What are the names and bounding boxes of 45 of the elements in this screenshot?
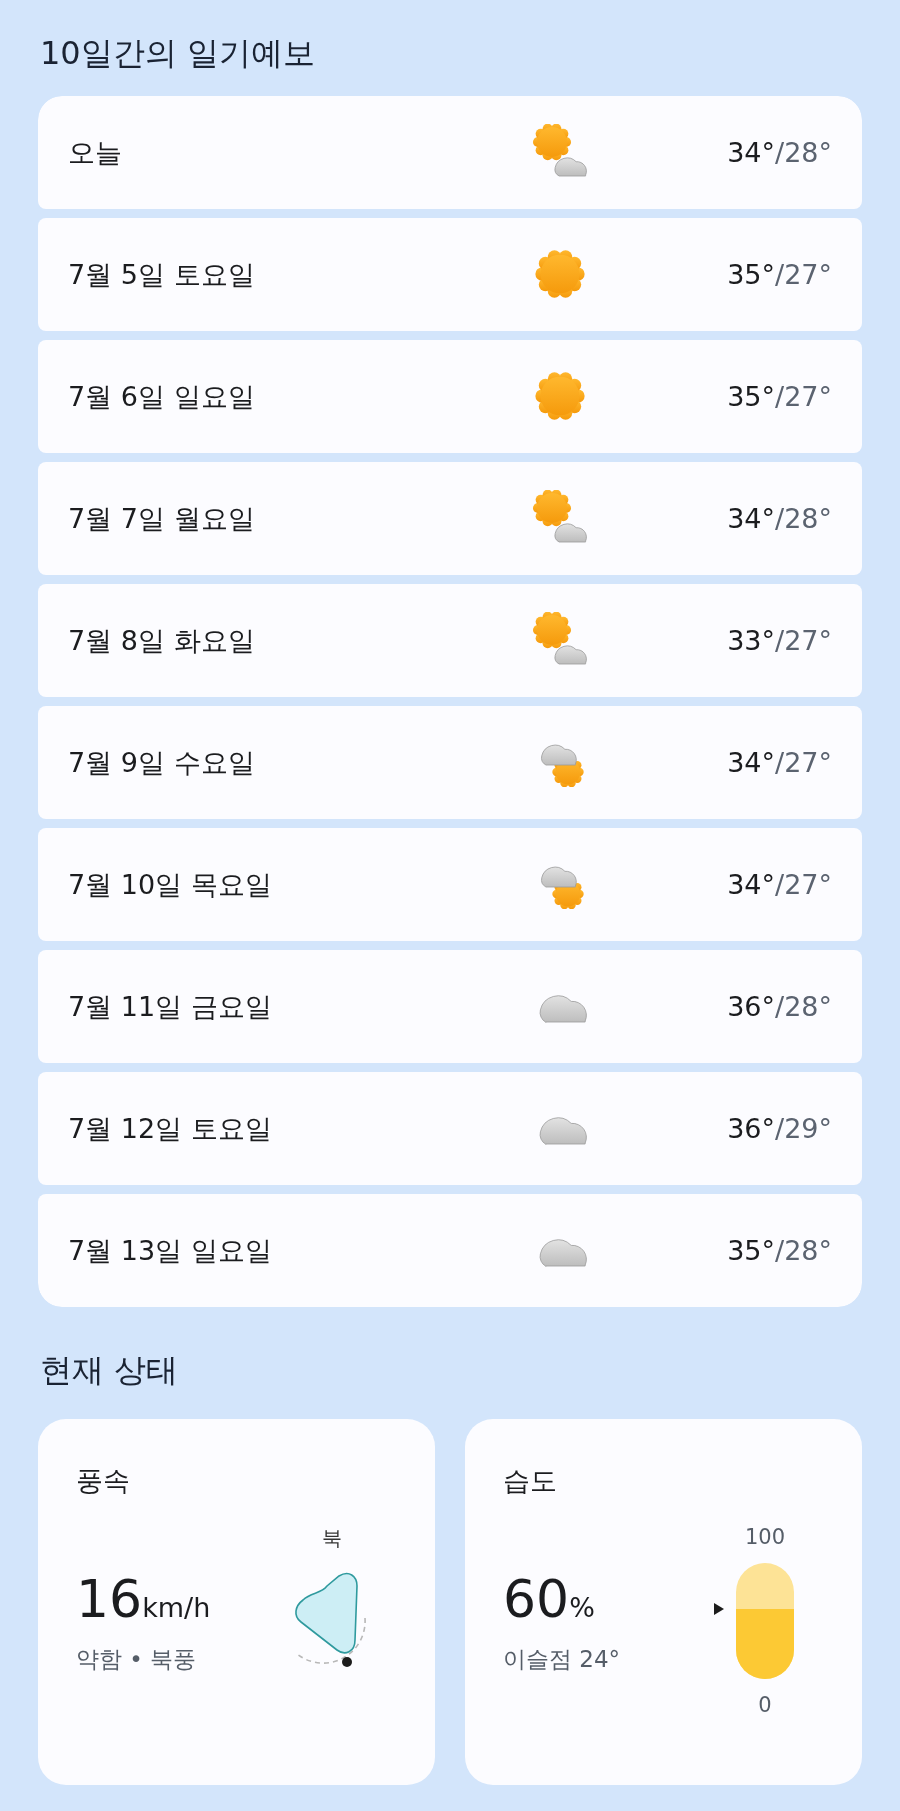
day-label: 7월 6일 일요일 [68,379,255,414]
forecast-row[interactable]: 7월 6일 일요일 35°/27° [38,340,862,453]
section-title: 현재 상태 [39,1350,180,1391]
section-title: 10일간의 일기예보 [39,33,316,74]
temperature-range: 34°/28° [727,503,832,534]
forecast-row[interactable]: 오늘 34°/28° [38,96,862,209]
dew-point: 이슬점 24° [503,1645,621,1674]
temperature-range: 35°/27° [727,259,832,290]
forecast-row[interactable]: 7월 12일 토요일 36°/29° [38,1072,862,1185]
temperature-range: 34°/27° [727,869,832,900]
temperature-range: 34°/27° [727,747,832,778]
temperature-range: 35°/28° [727,1235,832,1266]
sun-cloud-icon [532,490,588,546]
day-label: 오늘 [68,135,122,170]
forecast-row[interactable]: 7월 9일 수요일 34°/27° [38,706,862,819]
pointer-icon [714,1603,724,1616]
card-title: 풍속 [76,1464,131,1498]
scale-label: 0 [758,1693,772,1717]
scale-label: 100 [744,1525,786,1549]
day-label: 7월 13일 일요일 [68,1233,272,1268]
sun-cloud-icon [532,124,588,180]
temperature-range: 34°/28° [727,137,832,168]
humidity-value: 60% [503,1569,596,1631]
forecast-row[interactable]: 7월 10일 목요일 34°/27° [38,828,862,941]
day-label: 7월 10일 목요일 [68,867,272,902]
forecast-row[interactable]: 7월 8일 화요일 33°/27° [38,584,862,697]
temperature-range: 36°/28° [727,991,832,1022]
day-label: 7월 9일 수요일 [68,745,255,780]
forecast-row[interactable]: 7월 13일 일요일 35°/28° [38,1194,862,1307]
day-label: 7월 12일 토요일 [68,1111,272,1146]
day-label: 7월 8일 화요일 [68,623,255,658]
forecast-row[interactable]: 7월 5일 토요일 35°/27° [38,218,862,331]
temperature-range: 36°/29° [727,1113,832,1144]
compass-label: 북 [322,1525,342,1552]
temperature-range: 33°/27° [727,625,832,656]
temperature-range: 35°/27° [727,381,832,412]
day-label: 7월 11일 금요일 [68,989,272,1024]
wind-speed: 16km/h [76,1569,211,1631]
day-label: 7월 5일 토요일 [68,257,255,292]
card-title: 습도 [503,1464,558,1498]
forecast-row[interactable]: 7월 11일 금요일 36°/28° [38,950,862,1063]
day-label: 7월 7일 월요일 [68,501,255,536]
forecast-row[interactable]: 7월 7일 월요일 34°/28° [38,462,862,575]
wind-summary: 약함 • 북풍 [76,1645,198,1674]
sun-cloud-icon [532,612,588,668]
